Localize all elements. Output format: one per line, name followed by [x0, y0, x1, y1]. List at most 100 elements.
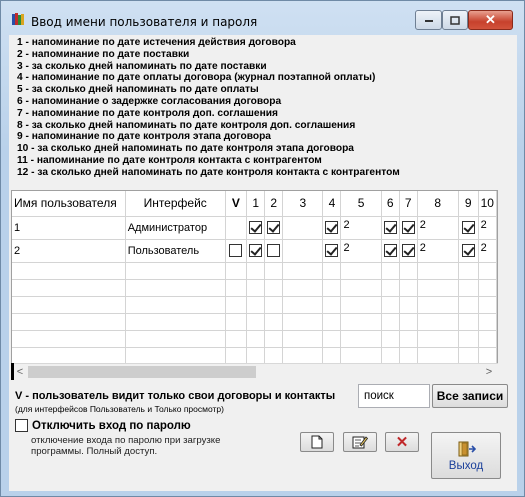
v-cell[interactable]	[225, 216, 248, 240]
col6-cell[interactable]	[381, 239, 400, 263]
column-header[interactable]: 5	[340, 191, 382, 217]
checkbox[interactable]	[461, 221, 475, 234]
empty-cell	[225, 279, 248, 297]
empty-cell	[282, 262, 324, 280]
checkbox[interactable]	[249, 221, 263, 234]
app-books-icon	[12, 13, 24, 25]
days-value: 2	[480, 218, 487, 231]
checkbox[interactable]	[249, 244, 263, 257]
search-input[interactable]	[358, 384, 430, 408]
column-header[interactable]: 2	[264, 191, 284, 217]
new-record-button[interactable]	[300, 432, 334, 452]
col4-cell[interactable]	[322, 216, 342, 240]
empty-cell	[340, 279, 382, 297]
maximize-button[interactable]	[442, 10, 468, 30]
table-row[interactable]: 1 Администратор 2 2 2	[12, 216, 497, 240]
disable-login-description: отключение входа по паролю при загрузке …	[31, 435, 221, 457]
scroll-left-arrow-icon[interactable]: <	[13, 365, 27, 379]
scroll-thumb[interactable]	[28, 366, 256, 378]
empty-cell	[458, 262, 479, 280]
disable-login-row[interactable]: Отключить вход по паролю	[15, 419, 191, 432]
column-header[interactable]: 7	[399, 191, 418, 217]
empty-cell	[225, 262, 248, 280]
exit-button[interactable]: Выход	[431, 432, 501, 479]
empty-cell	[125, 262, 226, 280]
minimize-button[interactable]	[415, 10, 442, 30]
column-header[interactable]: 9	[458, 191, 479, 217]
checkbox[interactable]	[325, 244, 339, 257]
empty-cell	[282, 347, 324, 365]
col10-cell[interactable]: 2	[478, 216, 497, 240]
interface-cell[interactable]: Пользователь	[125, 239, 226, 263]
all-records-button[interactable]: Все записи	[432, 384, 508, 408]
checkbox[interactable]	[325, 221, 339, 234]
checkbox[interactable]	[267, 221, 281, 234]
empty-cell	[246, 313, 266, 331]
checkbox[interactable]	[383, 244, 397, 257]
empty-cell	[322, 279, 342, 297]
col4-cell[interactable]	[322, 239, 342, 263]
legend-line: 6 - напоминание о задержке согласования …	[17, 95, 282, 107]
user-name-cell[interactable]: 1	[12, 216, 126, 240]
column-header[interactable]: 3	[282, 191, 324, 217]
empty-cell	[381, 262, 400, 280]
checkbox[interactable]	[461, 244, 475, 257]
column-header[interactable]: 10	[478, 191, 497, 217]
col5-cell[interactable]: 2	[340, 239, 382, 263]
scroll-right-arrow-icon[interactable]: >	[482, 365, 496, 379]
main-window: Ввод имени пользователя и пароля ✕ 1 - н…	[0, 0, 525, 497]
user-name-cell[interactable]: 2	[12, 239, 126, 263]
disable-login-checkbox[interactable]	[15, 419, 28, 432]
edit-document-icon	[352, 436, 368, 449]
column-header[interactable]: Интерфейс	[125, 191, 226, 217]
col7-cell[interactable]	[399, 216, 418, 240]
checkbox[interactable]	[383, 221, 397, 234]
col5-cell[interactable]: 2	[340, 216, 382, 240]
delete-record-button[interactable]: ✕	[385, 432, 419, 452]
col3-cell[interactable]	[282, 216, 324, 240]
horizontal-scrollbar[interactable]: < >	[11, 363, 498, 380]
col9-cell[interactable]	[458, 216, 479, 240]
users-grid[interactable]: Имя пользователя Интерфейс V 1 2 3 4 5 6 7 8 9 10 1А…	[11, 190, 498, 380]
column-header[interactable]: 4	[322, 191, 342, 217]
delete-icon: ✕	[395, 434, 409, 451]
column-header[interactable]: V	[225, 191, 248, 217]
empty-cell	[458, 296, 479, 314]
days-value: 2	[343, 218, 350, 231]
column-header[interactable]: 6	[381, 191, 400, 217]
empty-cell	[399, 330, 418, 348]
col8-cell[interactable]: 2	[417, 216, 459, 240]
empty-cell	[125, 296, 226, 314]
empty-cell	[381, 279, 400, 297]
col2-cell[interactable]	[264, 216, 284, 240]
close-button[interactable]: ✕	[468, 10, 513, 30]
checkbox[interactable]	[401, 221, 415, 234]
checkbox[interactable]	[267, 244, 281, 257]
col3-cell[interactable]	[282, 239, 324, 263]
days-value: 2	[419, 241, 426, 254]
empty-cell	[399, 262, 418, 280]
column-header[interactable]: 8	[417, 191, 459, 217]
column-header[interactable]: 1	[246, 191, 266, 217]
checkbox[interactable]	[401, 244, 415, 257]
v-note-sub: (для интерфейсов Пользователь и Только п…	[15, 404, 224, 414]
interface-cell[interactable]: Администратор	[125, 216, 226, 240]
col6-cell[interactable]	[381, 216, 400, 240]
window-title: Ввод имени пользователя и пароля	[31, 15, 258, 29]
v-cell[interactable]	[225, 239, 248, 263]
edit-record-button[interactable]	[343, 432, 377, 452]
v-note: V - пользователь видит только свои догов…	[15, 390, 336, 402]
col1-cell[interactable]	[246, 216, 266, 240]
empty-cell	[478, 262, 497, 280]
col2-cell[interactable]	[264, 239, 284, 263]
col8-cell[interactable]: 2	[417, 239, 459, 263]
column-header[interactable]: Имя пользователя	[12, 191, 126, 217]
col1-cell[interactable]	[246, 239, 266, 263]
empty-cell	[340, 313, 382, 331]
table-row[interactable]: 2 Пользователь 2 2 2	[12, 239, 497, 263]
checkbox[interactable]	[229, 244, 243, 257]
col7-cell[interactable]	[399, 239, 418, 263]
empty-cell	[381, 296, 400, 314]
col9-cell[interactable]	[458, 239, 479, 263]
col10-cell[interactable]: 2	[478, 239, 497, 263]
